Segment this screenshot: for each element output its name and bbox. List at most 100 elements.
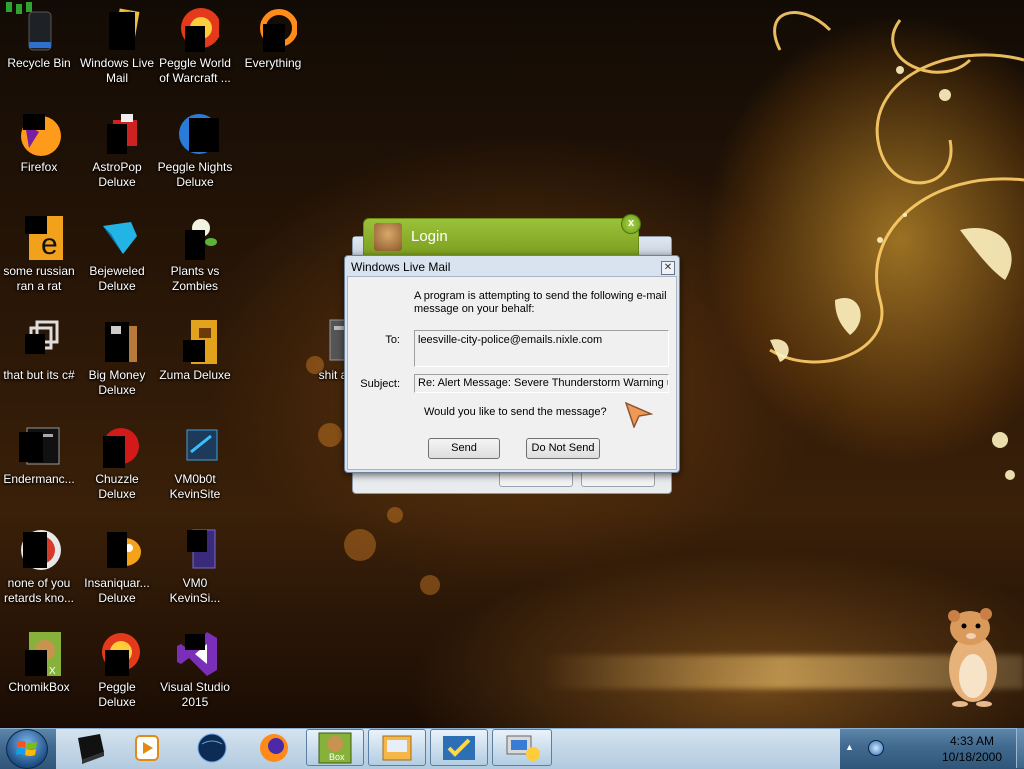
search-icon	[249, 6, 298, 54]
send-button[interactable]: Send	[428, 438, 500, 459]
zuma-icon	[171, 318, 219, 366]
dialog-close-button[interactable]: ✕	[661, 261, 675, 275]
desktop-icon-label: Windows Live Mail	[79, 56, 155, 85]
dialog-title: Windows Live Mail	[351, 260, 451, 274]
desktop-icon-label: Peggle Deluxe	[98, 680, 136, 709]
desktop-icon-label: that but its c#	[3, 368, 75, 382]
start-button[interactable]	[6, 729, 48, 769]
globe-icon	[197, 733, 227, 763]
mail-icon	[93, 6, 141, 54]
peggle-icon	[93, 630, 141, 678]
desktop-icon-label: Visual Studio 2015	[160, 680, 230, 709]
desktop-icon-label: none of you retards kno...	[3, 576, 75, 605]
desktop-icon-label: some russian ran a rat	[3, 264, 75, 293]
desktop-icon-label: Zuma Deluxe	[159, 368, 231, 382]
dialog-intro-text: A program is attempting to send the foll…	[414, 290, 667, 315]
subject-label: Subject:	[360, 378, 400, 390]
computer-icon	[506, 735, 540, 761]
desktop-icon-zuma[interactable]: Zuma Deluxe	[156, 318, 234, 383]
desktop-icon-recycle-bin[interactable]: Recycle Bin	[0, 6, 78, 71]
to-field[interactable]: leesville-city-police@emails.nixle.com	[414, 330, 669, 367]
taskbar-folder-button[interactable]	[70, 730, 110, 767]
desktop-icon-label: Peggle World of Warcraft ...	[159, 56, 231, 85]
game-icon	[93, 422, 141, 470]
chomikbox-icon: Box	[318, 732, 352, 764]
mail-icon	[382, 735, 412, 761]
chrome-icon	[15, 526, 63, 574]
desktop-icon-label: Everything	[244, 56, 302, 70]
terminal-icon	[15, 422, 63, 470]
document-icon	[171, 526, 219, 574]
taskbar-clock[interactable]: 4:33 AM 10/18/2000	[930, 733, 1014, 765]
desktop-icon-chuzzle[interactable]: Chuzzle Deluxe	[78, 422, 156, 502]
do-not-send-button[interactable]: Do Not Send	[526, 438, 600, 459]
desktop-icon-label: Firefox	[20, 160, 58, 174]
taskbar-chomikbox-button[interactable]: Box	[306, 729, 364, 766]
chomikbox-icon: X	[15, 630, 63, 678]
folder-icon: e	[15, 214, 63, 262]
svg-text:X: X	[49, 666, 56, 677]
desktop-icon-label: Peggle Nights Deluxe	[157, 160, 233, 189]
desktop-icon-label: Chuzzle Deluxe	[95, 472, 139, 501]
taskbar-security-button[interactable]	[430, 729, 488, 766]
desktop-icon-label: Big Money Deluxe	[88, 368, 146, 397]
windows-live-mail-dialog: Windows Live Mail ✕ A program is attempt…	[344, 255, 680, 473]
desktop-icon-chomikbox[interactable]: X ChomikBox	[0, 630, 78, 695]
desktop-icon-label: Recycle Bin	[7, 56, 71, 70]
firefox-icon	[260, 734, 288, 762]
desktop-icon-big-money[interactable]: Big Money Deluxe	[78, 318, 156, 398]
desktop-icon-that-but-its-c[interactable]: that but its c#	[0, 318, 78, 383]
peggle-icon	[171, 110, 219, 158]
tray-overflow-arrow[interactable]: ▲	[845, 742, 854, 752]
taskbar-media-player-button[interactable]	[128, 730, 168, 767]
desktop-icon-vm0b0t[interactable]: VM0b0t KevinSite	[156, 422, 234, 502]
login-window-title: Login	[411, 228, 448, 245]
desktop-icon-insaniquarium[interactable]: Insaniquar... Deluxe	[78, 526, 156, 606]
desktop-icon-firefox[interactable]: Firefox	[0, 110, 78, 175]
desktop-icon-vm0-kevinsite[interactable]: VM0 KevinSi...	[156, 526, 234, 606]
desktop-icon-windows-live-mail[interactable]: Windows Live Mail	[78, 6, 156, 86]
hamster-gadget-icon	[948, 608, 997, 707]
hamster-avatar-icon	[374, 223, 402, 251]
desktop-icon-peggle-nights[interactable]: Peggle Nights Deluxe	[156, 110, 234, 190]
desktop-icon-label: AstroPop Deluxe	[92, 160, 142, 189]
desktop-icon-some-russian[interactable]: e some russian ran a rat	[0, 214, 78, 294]
desktop-icon-endermanc[interactable]: Endermanc...	[0, 422, 78, 487]
desktop-icon-everything[interactable]: Everything	[234, 6, 312, 71]
windows-logo-icon	[16, 741, 37, 756]
folder-icon	[171, 422, 219, 470]
desktop-icon-none-of-you[interactable]: none of you retards kno...	[0, 526, 78, 606]
dialog-body: A program is attempting to send the foll…	[347, 276, 677, 470]
desktop-icon-bejeweled[interactable]: Bejeweled Deluxe	[78, 214, 156, 294]
plant-icon	[171, 214, 219, 262]
login-close-button[interactable]: x	[621, 214, 641, 234]
taskbar-globe-button[interactable]	[192, 730, 232, 767]
recycle-bin-icon	[15, 6, 63, 54]
clock-date: 10/18/2000	[941, 750, 1003, 764]
desktop-icon-peggle-wow[interactable]: Peggle World of Warcraft ...	[156, 6, 234, 86]
dialog-question: Would you like to send the message?	[424, 406, 607, 418]
taskbar-computer-button[interactable]	[492, 729, 552, 766]
taskbar-firefox-button[interactable]	[254, 730, 294, 767]
desktop-icon-astropop[interactable]: AstroPop Deluxe	[78, 110, 156, 190]
desktop-icon-label: VM0 KevinSi...	[169, 576, 221, 605]
mouse-cursor-icon	[625, 402, 653, 428]
clock-time: 4:33 AM	[949, 734, 995, 748]
desktop-icon-peggle-deluxe[interactable]: Peggle Deluxe	[78, 630, 156, 710]
desktop-icon-label: VM0b0t KevinSite	[169, 472, 221, 501]
media-player-icon	[135, 735, 159, 761]
taskbar-mail-button[interactable]	[368, 729, 426, 766]
desktop-icon-visual-studio[interactable]: Visual Studio 2015	[156, 630, 234, 710]
visual-studio-icon	[171, 630, 219, 678]
subject-field[interactable]: Re: Alert Message: Severe Thunderstorm W…	[414, 374, 669, 393]
network-tray-icon[interactable]	[868, 740, 884, 756]
fish-icon	[93, 526, 141, 574]
firefox-icon	[15, 110, 63, 158]
gem-icon	[93, 214, 141, 262]
desktop-icon-label: ChomikBox	[8, 680, 70, 694]
desktop-icon-plants-vs-zombies[interactable]: Plants vs Zombies	[156, 214, 234, 294]
security-icon	[443, 736, 475, 760]
folder-icon	[78, 734, 104, 764]
show-desktop-button[interactable]	[1016, 728, 1024, 768]
login-window-titlebar[interactable]: Login	[363, 218, 639, 256]
